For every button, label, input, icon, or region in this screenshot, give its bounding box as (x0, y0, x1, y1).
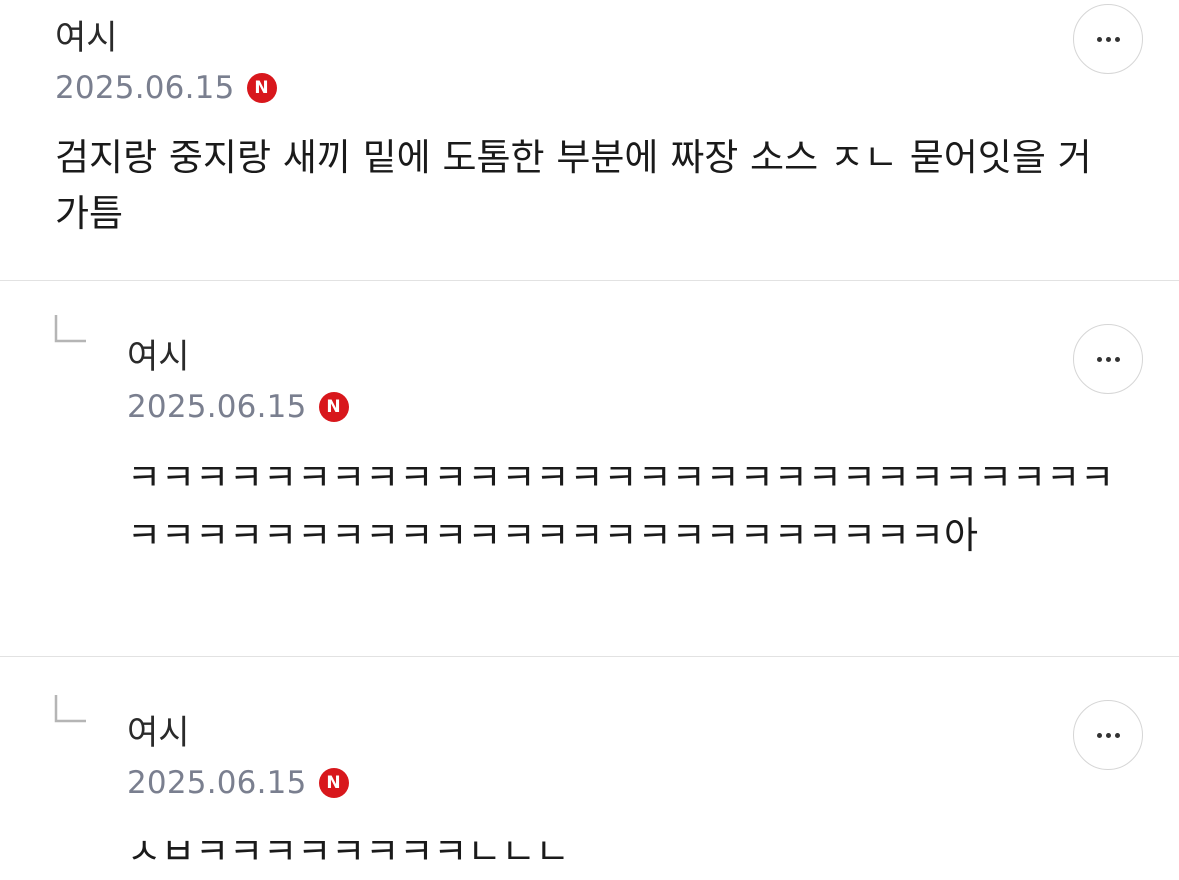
comment-meta: 2025.06.15 N (55, 68, 277, 108)
comment-text: ㅅㅂㅋㅋㅋㅋㅋㅋㅋㅋㄴㄴㄴ (127, 830, 570, 873)
comment-meta: 2025.06.15 N (127, 387, 349, 427)
new-badge: N (318, 768, 349, 798)
more-options-button[interactable] (1073, 700, 1143, 770)
comment-text: 검지랑 중지랑 새끼 밑에 도톰한 부분에 짜장 소스 ㅈㄴ 묻어잇을 거 가틈 (55, 136, 1092, 235)
comment-author[interactable]: 여시 (127, 713, 190, 753)
comment-author[interactable]: 여시 (55, 18, 118, 58)
comment-text: ㅋㅋㅋㅋㅋㅋㅋㅋㅋㅋㅋㅋㅋㅋㅋㅋㅋㅋㅋㅋㅋㅋㅋㅋㅋㅋㅋㅋㅋㅋㅋㅋㅋㅋㅋㅋㅋㅋㅋㅋ… (127, 456, 1115, 557)
comment-date: 2025.06.15 (55, 70, 235, 106)
comment-meta: 2025.06.15 N (127, 763, 349, 803)
reply-item: 여시 2025.06.15 N ㅅㅂㅋㅋㅋㅋㅋㅋㅋㅋㄴㄴㄴ (0, 657, 1179, 877)
new-badge: N (318, 392, 349, 422)
more-horizontal-icon (1096, 36, 1120, 42)
comment-author[interactable]: 여시 (127, 337, 190, 377)
reply-arrow-icon (54, 695, 86, 723)
reply-arrow-icon (54, 315, 86, 343)
reply-item: 여시 2025.06.15 N ㅋㅋㅋㅋㅋㅋㅋㅋㅋㅋㅋㅋㅋㅋㅋㅋㅋㅋㅋㅋㅋㅋㅋㅋ… (0, 281, 1179, 656)
comment-date: 2025.06.15 (127, 389, 307, 425)
comment-date: 2025.06.15 (127, 765, 307, 801)
more-options-button[interactable] (1073, 4, 1143, 74)
comment-item: 여시 2025.06.15 N 검지랑 중지랑 새끼 밑에 도톰한 부분에 짜장… (0, 0, 1179, 280)
more-horizontal-icon (1096, 356, 1120, 362)
new-badge: N (246, 73, 277, 103)
more-horizontal-icon (1096, 732, 1120, 738)
more-options-button[interactable] (1073, 324, 1143, 394)
